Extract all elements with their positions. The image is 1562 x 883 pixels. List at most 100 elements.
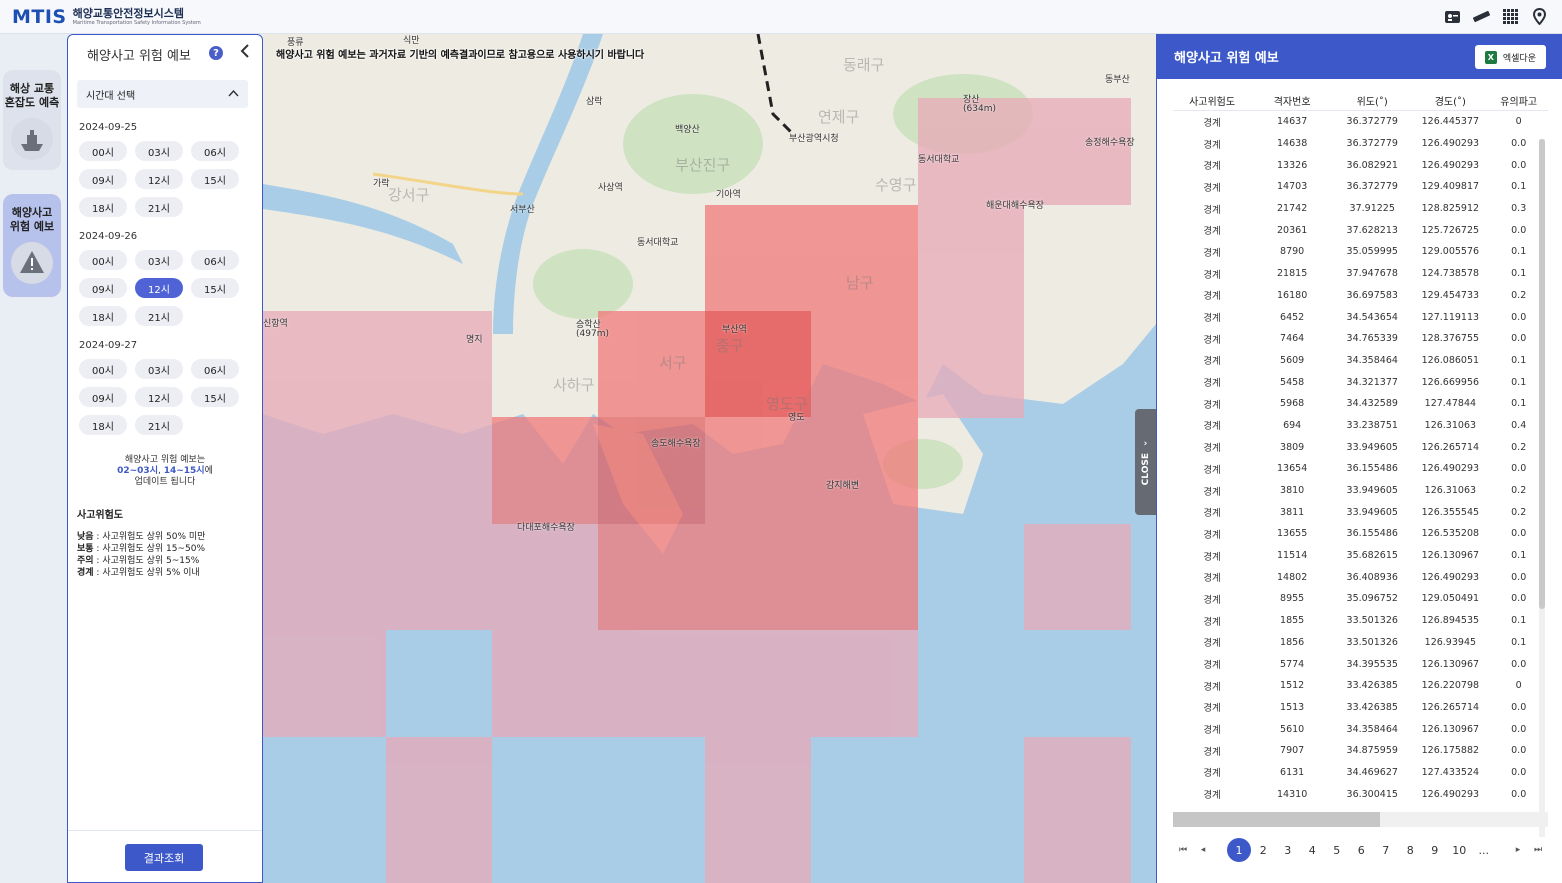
table-row[interactable]: 경계 1856 33.501326 126.93945 0.1	[1173, 632, 1548, 654]
table-row[interactable]: 경계 11514 35.682615 126.130967 0.1	[1173, 545, 1548, 567]
column-header[interactable]: 격자번호	[1251, 93, 1333, 108]
time-slot-button[interactable]: 06시	[191, 359, 239, 379]
grid-icon[interactable]	[1502, 8, 1519, 25]
time-slot-button[interactable]: 15시	[191, 169, 239, 189]
table-row[interactable]: 경계 14637 36.372779 126.445377 0	[1173, 111, 1548, 133]
table-cell: 1855	[1280, 615, 1305, 627]
time-slot-button[interactable]: 00시	[79, 250, 127, 270]
table-row[interactable]: 경계 14310 36.300415 126.490293 0.0	[1173, 783, 1548, 805]
table-row[interactable]: 경계 1513 33.426385 126.265714 0.0	[1173, 697, 1548, 719]
page-button[interactable]: 8	[1398, 844, 1423, 857]
time-slot-button[interactable]: 12시	[135, 169, 183, 189]
time-slot-button[interactable]: 21시	[135, 306, 183, 326]
time-slot-button[interactable]: 09시	[79, 169, 127, 189]
table-row[interactable]: 경계 8790 35.059995 129.005576 0.1	[1173, 241, 1548, 263]
time-select-toggle[interactable]: 시간대 선택	[77, 80, 248, 108]
table-row[interactable]: 경계 5609 34.358464 126.086051 0.1	[1173, 350, 1548, 372]
page-button[interactable]: 7	[1374, 844, 1399, 857]
page-button[interactable]: 3	[1276, 844, 1301, 857]
table-row[interactable]: 경계 7907 34.875959 126.175882 0.0	[1173, 740, 1548, 762]
excel-download-button[interactable]: X 엑셀다운	[1474, 45, 1546, 69]
map-view[interactable]: 해양사고 위험 예보는 과거자료 기반의 예측결과이므로 참고용으로 사용하시기…	[263, 34, 1156, 883]
table-row[interactable]: 경계 14638 36.372779 126.490293 0.0	[1173, 133, 1548, 155]
table-cell: 127.433524	[1421, 766, 1480, 778]
page-button[interactable]: 5	[1325, 844, 1350, 857]
table-row[interactable]: 경계 8955 35.096752 129.050491 0.0	[1173, 588, 1548, 610]
ruler-icon[interactable]	[1473, 8, 1490, 25]
table-row[interactable]: 경계 14703 36.372779 129.409817 0.1	[1173, 176, 1548, 198]
table-row[interactable]: 경계 21815 37.947678 124.738578 0.1	[1173, 263, 1548, 285]
column-header[interactable]: 사고위험도	[1173, 93, 1251, 108]
table-row[interactable]: 경계 13326 36.082921 126.490293 0.0	[1173, 154, 1548, 176]
id-card-icon[interactable]	[1444, 8, 1461, 25]
table-cell: 33.949605	[1346, 485, 1398, 497]
time-slot-button[interactable]: 15시	[191, 278, 239, 298]
table-cell: 경계	[1203, 139, 1221, 151]
page-button[interactable]: 2	[1251, 844, 1276, 857]
table-row[interactable]: 경계 1855 33.501326 126.894535 0.1	[1173, 610, 1548, 632]
time-slot-button[interactable]: 12시	[135, 387, 183, 407]
close-panel-tab[interactable]: › CLOSE	[1135, 409, 1156, 515]
rail-item-accident-forecast[interactable]: 해양사고 위험 예보	[3, 194, 61, 297]
table-row[interactable]: 경계 5458 34.321377 126.669956 0.1	[1173, 371, 1548, 393]
vertical-scroll-thumb[interactable]	[1539, 139, 1545, 609]
time-slot-button[interactable]: 03시	[135, 250, 183, 270]
time-slot-button[interactable]: 18시	[79, 197, 127, 217]
page-button[interactable]: ...	[1472, 844, 1497, 857]
table-row[interactable]: 경계 20361 37.628213 125.726725 0.0	[1173, 219, 1548, 241]
map-notice: 해양사고 위험 예보는 과거자료 기반의 예측결과이므로 참고용으로 사용하시기…	[276, 50, 645, 61]
table-row[interactable]: 경계 13654 36.155486 126.490293 0.0	[1173, 458, 1548, 480]
vertical-scrollbar[interactable]	[1539, 139, 1545, 837]
last-page-icon[interactable]: ⏭	[1528, 845, 1548, 855]
table-row[interactable]: 경계 3811 33.949605 126.355545 0.2	[1173, 501, 1548, 523]
table-row[interactable]: 경계 5774 34.395535 126.130967 0.0	[1173, 653, 1548, 675]
table-row[interactable]: 경계 6131 34.469627 127.433524 0.0	[1173, 762, 1548, 784]
time-slot-button[interactable]: 21시	[135, 197, 183, 217]
help-icon[interactable]: ?	[209, 46, 223, 60]
table-row[interactable]: 경계 14802 36.408936 126.490293 0.0	[1173, 566, 1548, 588]
table-row[interactable]: 경계 3810 33.949605 126.31063 0.2	[1173, 480, 1548, 502]
page-button[interactable]: 10	[1447, 844, 1472, 857]
table-row[interactable]: 경계 694 33.238751 126.31063 0.4	[1173, 415, 1548, 437]
column-header[interactable]: 위도(˚)	[1333, 93, 1411, 108]
column-header[interactable]: 유의파고	[1489, 93, 1548, 108]
table-row[interactable]: 경계 5968 34.432589 127.47844 0.1	[1173, 393, 1548, 415]
page-button[interactable]: 1	[1227, 838, 1251, 862]
time-slot-button[interactable]: 06시	[191, 141, 239, 161]
time-slot-button[interactable]: 03시	[135, 141, 183, 161]
page-button[interactable]: 6	[1349, 844, 1374, 857]
time-slot-button[interactable]: 00시	[79, 359, 127, 379]
horizontal-scrollbar[interactable]	[1173, 812, 1548, 827]
page-button[interactable]: 9	[1423, 844, 1448, 857]
time-slot-button[interactable]: 09시	[79, 278, 127, 298]
table-row[interactable]: 경계 3809 33.949605 126.265714 0.2	[1173, 436, 1548, 458]
time-slot-button[interactable]: 18시	[79, 415, 127, 435]
table-row[interactable]: 경계 1512 33.426385 126.220798 0	[1173, 675, 1548, 697]
table-row[interactable]: 경계 7464 34.765339 128.376755 0.0	[1173, 328, 1548, 350]
location-pin-icon[interactable]	[1531, 7, 1548, 26]
table-row[interactable]: 경계 13655 36.155486 126.535208 0.0	[1173, 523, 1548, 545]
rail-item-congestion[interactable]: 해상 교통 혼잡도 예측	[3, 70, 61, 170]
time-slot-button[interactable]: 15시	[191, 387, 239, 407]
search-result-button[interactable]: 결과조회	[125, 844, 203, 871]
time-slot-button[interactable]: 12시	[135, 278, 183, 298]
time-slot-button[interactable]: 18시	[79, 306, 127, 326]
time-slot-button[interactable]: 21시	[135, 415, 183, 435]
prev-page-icon[interactable]: ◂	[1193, 845, 1213, 855]
table-row[interactable]: 경계 5610 34.358464 126.130967 0.0	[1173, 718, 1548, 740]
time-slot-button[interactable]: 00시	[79, 141, 127, 161]
collapse-icon[interactable]	[240, 44, 250, 62]
top-bar: MTIS 해양교통안전정보시스템 Maritime Transportation…	[0, 0, 1562, 34]
time-slot-button[interactable]: 06시	[191, 250, 239, 270]
time-slot-button[interactable]: 03시	[135, 359, 183, 379]
column-header[interactable]: 경도(˚)	[1411, 93, 1489, 108]
table-row[interactable]: 경계 21742 37.91225 128.825912 0.3	[1173, 198, 1548, 220]
horizontal-scroll-thumb[interactable]	[1173, 812, 1380, 827]
page-button[interactable]: 4	[1300, 844, 1325, 857]
next-page-icon[interactable]: ▸	[1508, 845, 1528, 855]
logo[interactable]: MTIS 해양교통안전정보시스템 Maritime Transportation…	[12, 6, 201, 28]
table-row[interactable]: 경계 16180 36.697583 129.454733 0.2	[1173, 285, 1548, 307]
time-slot-button[interactable]: 09시	[79, 387, 127, 407]
first-page-icon[interactable]: ⏮	[1173, 845, 1193, 855]
table-row[interactable]: 경계 6452 34.543654 127.119113 0.0	[1173, 306, 1548, 328]
